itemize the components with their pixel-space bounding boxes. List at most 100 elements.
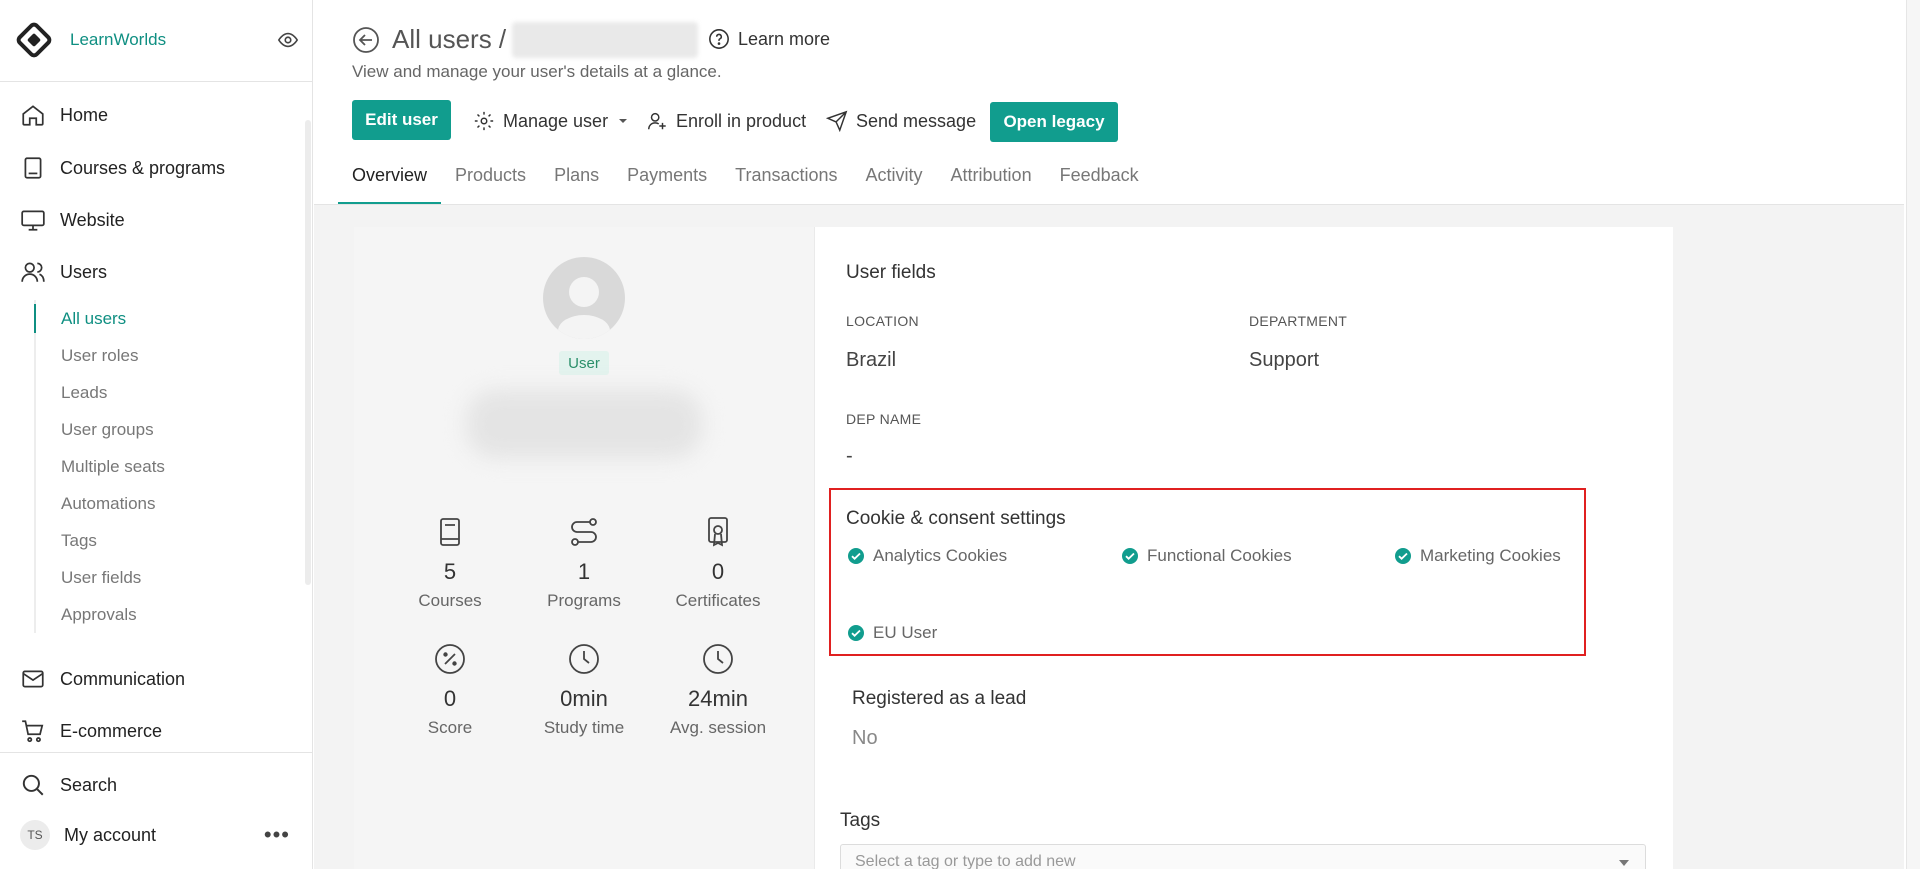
stat-courses: 5 Courses <box>385 515 515 611</box>
tab-bar: Overview Products Plans Payments Transac… <box>338 160 1153 205</box>
sidebar-subitem-user-fields[interactable]: User fields <box>36 559 304 596</box>
consent-label: Functional Cookies <box>1147 546 1292 565</box>
sidebar-item-communication[interactable]: Communication <box>20 664 185 694</box>
sidebar-item-label: Website <box>60 209 125 230</box>
enroll-label: Enroll in product <box>676 110 807 131</box>
user-placeholder-icon <box>558 277 610 339</box>
home-icon <box>22 105 44 126</box>
sidebar-scrollbar[interactable] <box>305 120 311 585</box>
stat-label: Study time <box>543 718 625 737</box>
monitor-icon <box>21 210 45 231</box>
percent-circle-icon <box>435 644 465 674</box>
enroll-in-product-button[interactable]: Enroll in product <box>646 110 806 132</box>
sidebar-item-ecommerce[interactable]: E-commerce <box>20 716 162 746</box>
sidebar-item-search[interactable]: Search <box>20 770 117 800</box>
stat-label: Programs <box>547 591 621 610</box>
sidebar-subitem-multiple-seats[interactable]: Multiple seats <box>36 448 304 485</box>
brand: LearnWorlds <box>14 20 299 60</box>
consent-label: EU User <box>873 623 938 642</box>
stat-value: 1 <box>577 559 591 584</box>
send-message-label: Send message <box>856 110 977 131</box>
stat-value: 0 <box>711 559 725 584</box>
stat-score: 0 Score <box>385 642 515 738</box>
dep-name-label: DEP NAME <box>846 411 922 427</box>
my-account[interactable]: TS My account ••• <box>20 818 290 852</box>
tab-overview[interactable]: Overview <box>338 160 442 205</box>
learnworlds-logo-icon[interactable] <box>14 20 54 60</box>
tags-select-input[interactable]: Select a tag or type to add new <box>840 844 1646 869</box>
certificate-icon <box>708 517 728 547</box>
sidebar-subitem-all-users[interactable]: All users <box>34 300 304 337</box>
gear-icon <box>474 111 494 131</box>
open-legacy-button[interactable]: Open legacy <box>990 102 1118 142</box>
more-options-icon[interactable]: ••• <box>264 822 290 848</box>
consent-marketing-cookies: Marketing Cookies <box>1394 546 1561 566</box>
page-subtitle: View and manage your user's details at a… <box>352 62 722 81</box>
location-value: Brazil <box>846 349 897 371</box>
stat-label: Avg. session <box>669 718 767 737</box>
account-label: My account <box>64 824 157 845</box>
tab-plans[interactable]: Plans <box>540 160 613 205</box>
search-icon <box>22 774 44 796</box>
check-circle-icon <box>848 548 864 564</box>
page-scrollbar[interactable] <box>1906 0 1920 869</box>
location-label: LOCATION <box>846 313 919 329</box>
sidebar-item-home[interactable]: Home <box>20 100 108 130</box>
user-plus-icon <box>648 112 666 130</box>
tab-attribution[interactable]: Attribution <box>937 160 1046 205</box>
clock-icon <box>703 644 733 674</box>
users-icon <box>21 262 45 282</box>
sidebar-item-label: Home <box>60 104 109 125</box>
check-circle-icon <box>1122 548 1138 564</box>
sidebar-divider <box>0 81 313 82</box>
manage-user-dropdown[interactable]: Manage user <box>473 110 630 132</box>
sidebar-subitem-user-roles[interactable]: User roles <box>36 337 304 374</box>
sidebar-item-courses[interactable]: Courses & programs <box>20 153 225 183</box>
back-arrow-icon[interactable] <box>352 26 380 54</box>
stat-value: 5 <box>443 559 457 584</box>
tab-activity[interactable]: Activity <box>852 160 937 205</box>
blurred-user-details <box>466 390 702 458</box>
lead-value: No <box>852 727 878 749</box>
consent-label: Marketing Cookies <box>1420 546 1561 565</box>
consent-title: Cookie & consent settings <box>846 508 1066 529</box>
sidebar-subitem-approvals[interactable]: Approvals <box>36 596 304 633</box>
brand-name[interactable]: LearnWorlds <box>70 30 166 50</box>
sidebar-subitem-automations[interactable]: Automations <box>36 485 304 522</box>
clock-icon <box>569 644 599 674</box>
blurred-user-name <box>512 22 698 58</box>
tags-placeholder: Select a tag or type to add new <box>855 853 1076 869</box>
route-icon <box>571 518 597 546</box>
book-icon <box>440 518 460 546</box>
sidebar-item-label: Search <box>60 774 118 795</box>
tab-feedback[interactable]: Feedback <box>1046 160 1153 205</box>
learn-more-link[interactable]: Learn more <box>708 28 830 50</box>
sidebar-item-website[interactable]: Website <box>20 205 125 235</box>
sidebar-item-users[interactable]: Users <box>20 257 107 287</box>
sidebar-item-label: Users <box>60 261 108 282</box>
consent-label: Analytics Cookies <box>873 546 1008 565</box>
check-circle-icon <box>848 625 864 641</box>
stat-label: Certificates <box>675 591 761 610</box>
sidebar-subitem-leads[interactable]: Leads <box>36 374 304 411</box>
eye-icon[interactable] <box>277 29 299 51</box>
consent-analytics-cookies: Analytics Cookies <box>847 546 1007 566</box>
tab-products[interactable]: Products <box>441 160 540 205</box>
tab-payments[interactable]: Payments <box>613 160 721 205</box>
sidebar-item-label: Courses & programs <box>60 157 226 178</box>
department-label: DEPARTMENT <box>1249 313 1348 329</box>
send-icon <box>826 110 848 132</box>
lead-title: Registered as a lead <box>852 688 1027 709</box>
stat-study-time: 0min Study time <box>519 642 649 738</box>
send-message-button[interactable]: Send message <box>826 110 976 132</box>
stat-avg-session: 24min Avg. session <box>653 642 783 738</box>
tab-transactions[interactable]: Transactions <box>721 160 851 205</box>
sidebar-subitem-user-groups[interactable]: User groups <box>36 411 304 448</box>
page-title: All users / <box>392 24 507 54</box>
edit-user-button[interactable]: Edit user <box>352 100 451 140</box>
chevron-down-icon <box>619 119 628 123</box>
user-fields-title: User fields <box>846 262 936 283</box>
consent-eu-user: EU User <box>847 623 937 643</box>
user-avatar <box>543 257 625 339</box>
sidebar-subitem-tags[interactable]: Tags <box>36 522 304 559</box>
